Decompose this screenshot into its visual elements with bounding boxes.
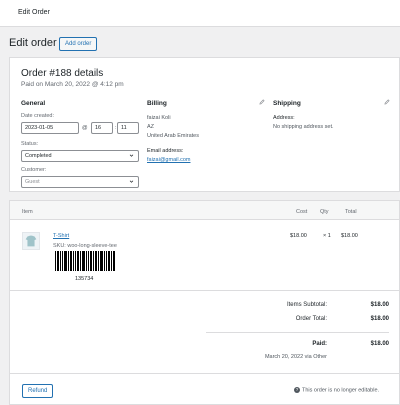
order-total-value: $18.00 [370,316,389,322]
order-details-panel: Order #188 details Paid on March 20, 202… [9,57,400,192]
edit-shipping-pencil-icon[interactable] [384,99,390,105]
order-total-label: Order Total: [295,316,327,322]
shipping-heading: Shipping [273,100,301,107]
order-title: Order #188 details [21,68,104,79]
edit-billing-pencil-icon[interactable] [259,99,265,105]
paid-value: $18.00 [370,341,389,347]
top-bar: Edit Order [0,0,400,27]
date-created-label: Date created: [21,113,55,119]
qty-column-header: Qty [320,209,329,215]
billing-email-link[interactable]: faizai@gmail.com [147,157,190,163]
items-subtotal-value: $18.00 [370,302,389,308]
product-name-link[interactable]: T-Shirt [53,233,69,239]
customer-label: Customer: [21,167,47,173]
date-at-symbol: @ [82,125,88,131]
date-created-input[interactable]: 2023-01-05 [21,122,79,134]
top-bar-title: Edit Order [18,9,50,16]
cost-column-header: Cost [296,209,308,215]
barcode-number: 135734 [75,276,94,282]
tshirt-icon [25,235,37,247]
paid-label: Paid: [312,341,327,347]
paid-note: March 20, 2022 via Other [264,354,327,360]
billing-country: United Arab Emirates [147,133,199,139]
billing-state: AZ [147,124,155,130]
total-column-header: Total [345,209,357,215]
product-sku: SKU: woo-long-sleeve-tee [53,243,117,249]
help-icon: ? [294,387,300,393]
product-thumbnail [22,232,40,250]
billing-name: faizai Koli [147,115,171,121]
barcode [55,251,115,271]
email-label: Email address: [147,148,184,154]
chevron-down-icon [129,154,134,157]
status-select[interactable]: Completed [21,150,139,162]
general-heading: General [21,100,46,107]
status-label: Status: [21,141,39,147]
item-qty: × 1 [323,233,331,239]
billing-heading: Billing [147,100,167,107]
item-column-header: Item [22,209,33,215]
page-title: Edit order [9,37,57,49]
order-paid-on: Paid on March 20, 2022 @ 4:12 pm [21,81,124,88]
refund-button[interactable]: Refund [22,384,54,398]
shipping-address-value: No shipping address set. [273,124,334,130]
customer-select[interactable]: Guest [21,176,139,188]
status-value: Completed [25,153,52,159]
hour-input[interactable]: 16 [91,122,113,134]
items-subtotal-label: Items Subtotal: [286,302,327,308]
shipping-address-label: Address: [273,115,295,121]
order-items-panel: Item Cost Qty Total T-Shirt SKU: woo-lon… [9,200,400,405]
not-editable-note: ? This order is no longer editable. [294,387,379,393]
add-order-button[interactable]: Add order [59,37,98,51]
chevron-down-icon [129,180,134,183]
item-total: $18.00 [341,233,358,239]
customer-value: Guest [25,179,40,185]
minute-input[interactable]: 11 [117,122,139,134]
item-cost: $18.00 [290,233,307,239]
not-editable-text: This order is no longer editable. [302,387,380,394]
